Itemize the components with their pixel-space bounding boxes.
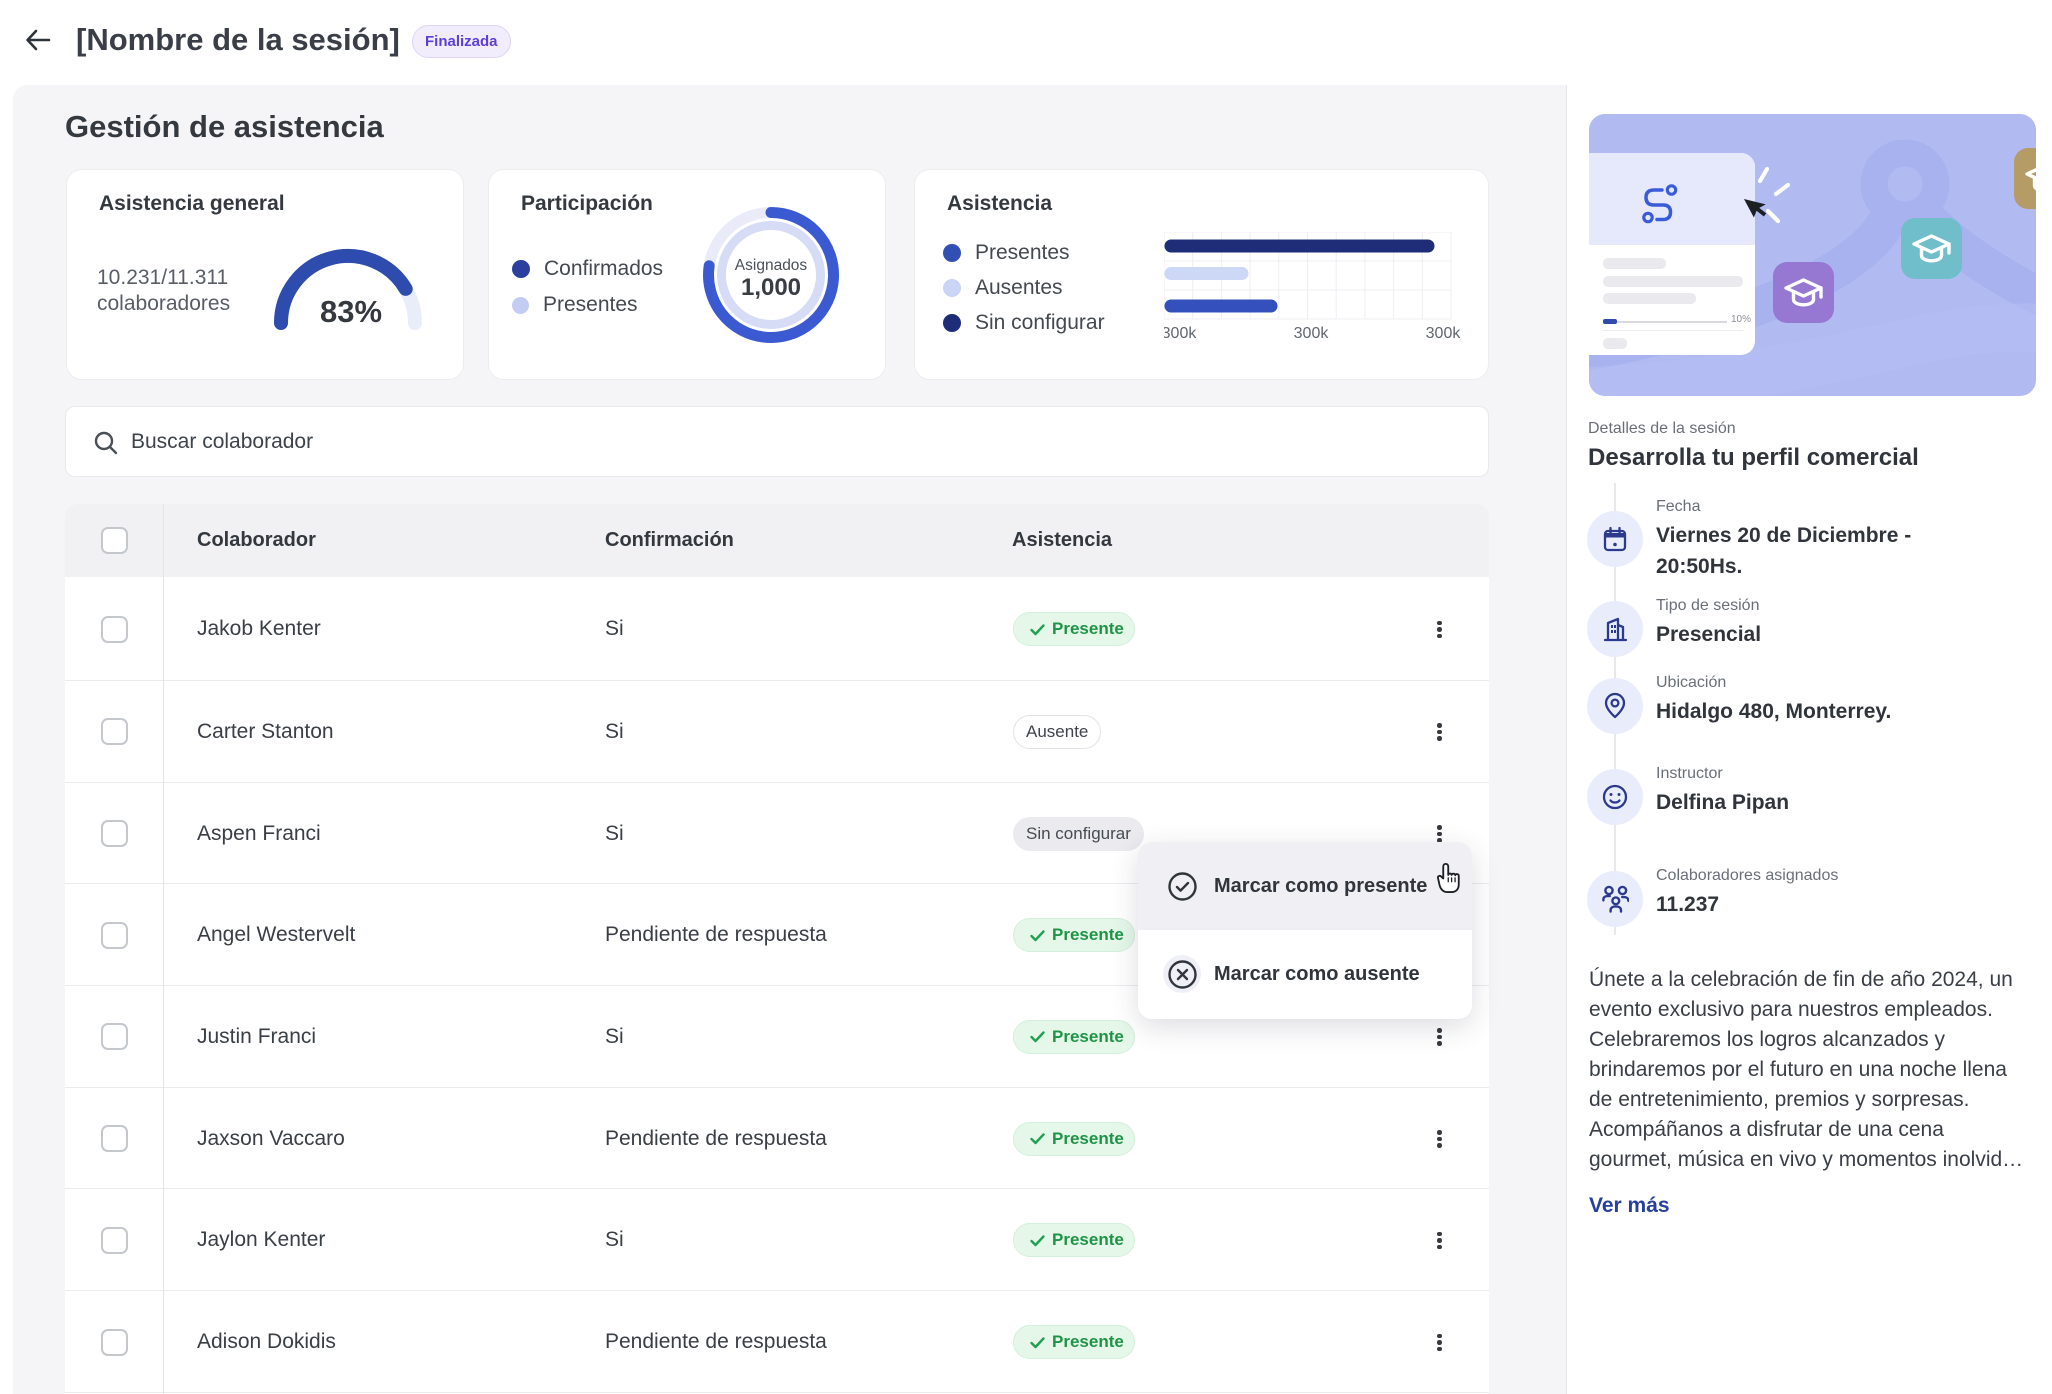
svg-text:300k: 300k <box>1294 325 1330 342</box>
svg-text:Asignados: Asignados <box>735 257 808 274</box>
svg-text:300k: 300k <box>1164 325 1197 342</box>
svg-text:1,000: 1,000 <box>741 274 801 301</box>
svg-text:300k: 300k <box>1426 325 1462 342</box>
svg-text:83%: 83% <box>320 294 382 329</box>
